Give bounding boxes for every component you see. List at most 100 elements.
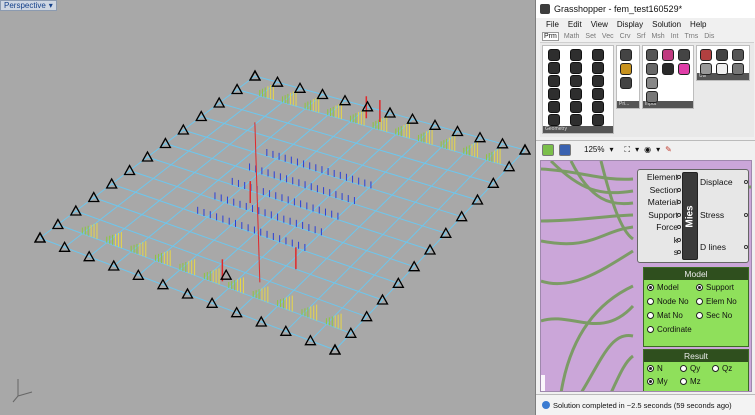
radio-option[interactable]: Mz	[680, 377, 701, 386]
tab-item[interactable]: Prm	[542, 32, 559, 41]
output-port[interactable]	[744, 213, 748, 217]
input-param-label[interactable]: k	[640, 235, 678, 245]
input-port[interactable]	[677, 225, 681, 229]
component-icon[interactable]	[620, 63, 632, 75]
radio-button[interactable]	[696, 284, 703, 291]
mies-component[interactable]: Element Section Material Support Force k s Mie…	[637, 169, 749, 263]
menu-item[interactable]: Help	[690, 20, 706, 29]
input-param-label[interactable]: Section	[640, 185, 678, 195]
output-param-label[interactable]: Displace	[700, 177, 733, 187]
component-icon[interactable]	[570, 101, 582, 113]
radio-option[interactable]: Mat No	[647, 311, 683, 320]
output-param-label[interactable]: D lines	[700, 242, 726, 252]
component-icon[interactable]	[716, 49, 728, 61]
menu-item[interactable]: Solution	[652, 20, 681, 29]
component-icon[interactable]	[548, 62, 560, 74]
input-param-label[interactable]: Material	[640, 197, 678, 207]
input-param-label[interactable]: Force	[640, 222, 678, 232]
component-icon[interactable]	[592, 62, 604, 74]
component-icon[interactable]	[548, 49, 560, 61]
radio-button[interactable]	[680, 365, 687, 372]
radio-option[interactable]: Elem No	[696, 297, 737, 306]
radio-button[interactable]	[647, 312, 654, 319]
input-param-label[interactable]: Support	[640, 210, 678, 220]
component-icon[interactable]	[592, 101, 604, 113]
open-file-icon[interactable]	[542, 143, 554, 156]
radio-button[interactable]	[647, 378, 654, 385]
component-icon[interactable]	[646, 91, 658, 103]
input-port[interactable]	[677, 250, 681, 254]
zoom-extents-icon[interactable]: ⛶	[624, 145, 630, 155]
radio-button[interactable]	[647, 326, 654, 333]
output-param-label[interactable]: Stress	[700, 210, 724, 220]
component-icon[interactable]	[620, 49, 632, 61]
tab-item[interactable]: Vec	[601, 33, 615, 40]
component-icon[interactable]	[732, 49, 744, 61]
tab-item[interactable]: Trns	[683, 33, 699, 40]
radio-button[interactable]	[696, 298, 703, 305]
radio-button[interactable]	[647, 391, 654, 392]
component-icon[interactable]	[548, 101, 560, 113]
input-port[interactable]	[677, 187, 681, 192]
component-icon[interactable]	[646, 49, 658, 61]
component-icon[interactable]	[716, 63, 728, 75]
chevron-down-icon[interactable]: ▾	[635, 145, 639, 154]
menu-item[interactable]: Display	[617, 20, 643, 29]
component-icon[interactable]	[646, 63, 658, 75]
output-port[interactable]	[744, 180, 748, 184]
radio-option[interactable]: Support	[696, 283, 734, 292]
component-icon[interactable]	[592, 114, 604, 126]
input-port[interactable]	[677, 200, 681, 204]
radio-option[interactable]: N	[647, 364, 663, 373]
radio-button[interactable]	[680, 378, 687, 385]
component-icon[interactable]	[700, 63, 712, 75]
grasshopper-canvas[interactable]: Element Section Material Support Force k s Mie…	[540, 160, 752, 392]
component-icon[interactable]	[548, 114, 560, 126]
component-icon[interactable]	[570, 49, 582, 61]
input-port[interactable]	[677, 175, 681, 179]
radio-button[interactable]	[647, 298, 654, 305]
radio-button[interactable]	[647, 365, 654, 372]
chevron-down-icon[interactable]: ▾	[656, 145, 660, 154]
radio-option[interactable]: My	[647, 377, 668, 386]
component-icon[interactable]	[548, 75, 560, 87]
component-icon[interactable]	[646, 77, 658, 89]
tab-item[interactable]: Msh	[650, 33, 665, 40]
radio-option[interactable]: Model	[647, 283, 679, 292]
radio-option[interactable]: Cordinate	[647, 325, 692, 334]
sketch-pen-icon[interactable]: ✎	[665, 145, 672, 154]
save-icon[interactable]	[559, 143, 571, 156]
radio-option[interactable]: Displacement	[647, 390, 705, 392]
component-icon[interactable]	[678, 49, 690, 61]
radio-option[interactable]: Qy	[680, 364, 700, 373]
tab-item[interactable]: Int	[670, 33, 680, 40]
menu-item[interactable]: File	[546, 20, 559, 29]
radio-button[interactable]	[647, 284, 654, 291]
component-icon[interactable]	[732, 63, 744, 75]
component-icon[interactable]	[570, 62, 582, 74]
tab-item[interactable]: Set	[584, 33, 597, 40]
component-icon[interactable]	[592, 88, 604, 100]
output-port[interactable]	[744, 245, 748, 249]
component-icon[interactable]	[592, 49, 604, 61]
input-port[interactable]	[677, 212, 681, 217]
chevron-down-icon[interactable]: ▾	[49, 1, 53, 10]
preview-eye-icon[interactable]: ◉	[644, 145, 651, 154]
input-param-label[interactable]: Element	[640, 172, 678, 182]
component-icon[interactable]	[662, 63, 674, 75]
radio-button[interactable]	[712, 365, 719, 372]
radio-option[interactable]: Sec No	[696, 311, 732, 320]
component-icon[interactable]	[548, 88, 560, 100]
radio-option[interactable]: Node No	[647, 297, 689, 306]
input-port[interactable]	[677, 237, 681, 242]
menu-item[interactable]: View	[591, 20, 608, 29]
tab-item[interactable]: Crv	[619, 33, 632, 40]
chevron-down-icon[interactable]: ▾	[609, 145, 613, 154]
input-param-label[interactable]: s	[640, 247, 678, 257]
rhino-viewport[interactable]: Perspective ▾	[0, 0, 535, 415]
tab-item[interactable]: Srf	[636, 33, 647, 40]
component-icon[interactable]	[700, 49, 712, 61]
component-icon[interactable]	[620, 77, 632, 89]
tab-item[interactable]: Dis	[703, 33, 715, 40]
tab-item[interactable]: Math	[563, 33, 581, 40]
